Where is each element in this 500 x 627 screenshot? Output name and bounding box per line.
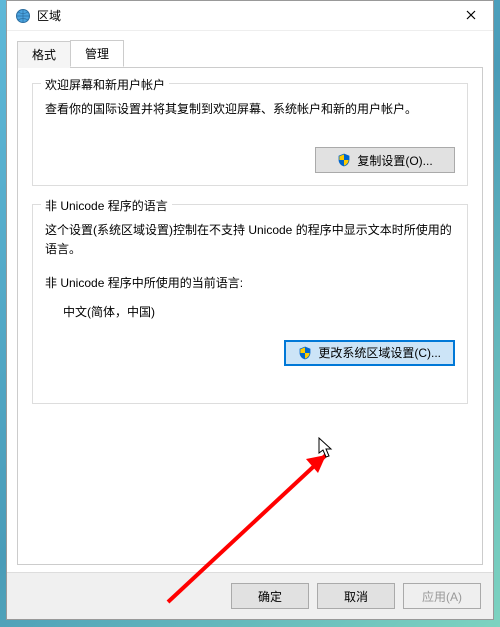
copy-settings-button[interactable]: 复制设置(O)... — [315, 147, 455, 173]
close-button[interactable] — [448, 1, 493, 31]
dialog-title: 区域 — [37, 7, 448, 24]
close-icon — [466, 9, 476, 23]
region-dialog: 区域 格式 管理 欢迎屏幕和新用户帐户 查看你的国际设置并将其复制到欢迎屏幕、系… — [6, 0, 494, 620]
apply-button: 应用(A) — [403, 583, 481, 609]
copy-settings-label: 复制设置(O)... — [357, 152, 432, 169]
tab-admin[interactable]: 管理 — [70, 40, 124, 67]
group-welcome-screen: 欢迎屏幕和新用户帐户 查看你的国际设置并将其复制到欢迎屏幕、系统帐户和新的用户帐… — [32, 83, 468, 186]
dialog-button-bar: 确定 取消 应用(A) — [7, 572, 493, 619]
cursor-icon — [318, 437, 336, 462]
group-welcome-legend: 欢迎屏幕和新用户帐户 — [41, 76, 169, 93]
content-area: 格式 管理 欢迎屏幕和新用户帐户 查看你的国际设置并将其复制到欢迎屏幕、系统帐户… — [7, 31, 493, 572]
tab-strip: 格式 管理 — [17, 40, 483, 68]
current-language-value: 中文(简体，中国) — [63, 303, 455, 322]
change-system-locale-button[interactable]: 更改系统区域设置(C)... — [284, 340, 455, 366]
uac-shield-icon — [298, 346, 312, 360]
group-nonunicode-legend: 非 Unicode 程序的语言 — [41, 197, 172, 214]
cancel-button[interactable]: 取消 — [317, 583, 395, 609]
tab-format[interactable]: 格式 — [17, 41, 71, 68]
tab-body-admin: 欢迎屏幕和新用户帐户 查看你的国际设置并将其复制到欢迎屏幕、系统帐户和新的用户帐… — [17, 67, 483, 565]
ok-button[interactable]: 确定 — [231, 583, 309, 609]
group-welcome-desc: 查看你的国际设置并将其复制到欢迎屏幕、系统帐户和新的用户帐户。 — [45, 100, 455, 119]
group-nonunicode: 非 Unicode 程序的语言 这个设置(系统区域设置)控制在不支持 Unico… — [32, 204, 468, 404]
current-language-label: 非 Unicode 程序中所使用的当前语言: — [45, 274, 455, 293]
uac-shield-icon — [337, 153, 351, 167]
group-nonunicode-desc: 这个设置(系统区域设置)控制在不支持 Unicode 的程序中显示文本时所使用的… — [45, 221, 455, 259]
globe-icon — [15, 8, 31, 24]
change-system-locale-label: 更改系统区域设置(C)... — [318, 344, 441, 361]
titlebar: 区域 — [7, 1, 493, 31]
